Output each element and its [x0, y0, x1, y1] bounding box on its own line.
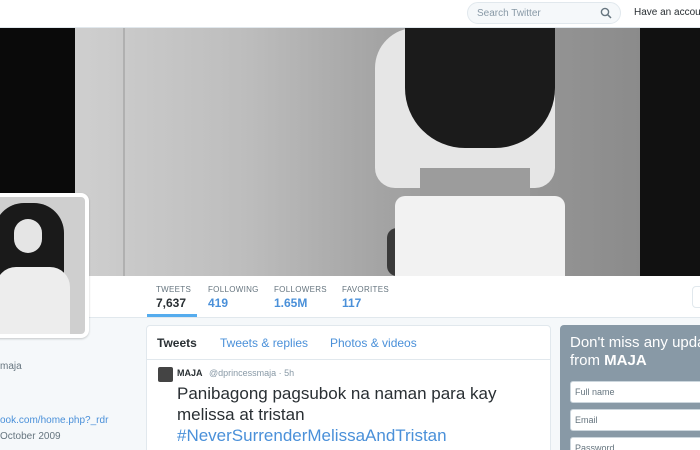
photo-midriff — [420, 168, 530, 198]
stat-value: 419 — [208, 296, 229, 310]
tab-tweets[interactable]: Tweets — [157, 336, 197, 350]
profile-handle: maja — [0, 361, 22, 372]
top-bar: Have an account? — [0, 0, 700, 28]
avatar[interactable] — [0, 193, 89, 338]
search-icon[interactable] — [600, 7, 612, 19]
password-field[interactable] — [570, 437, 700, 450]
tweet-body: Panibagong pagsubok na naman para kay me… — [177, 384, 497, 424]
profile-website-link[interactable]: ook.com/home.php?_rdr — [0, 415, 108, 426]
header-edge — [640, 28, 700, 276]
full-name-field[interactable] — [570, 381, 700, 403]
timeline: Tweets Tweets & replies Photos & videos … — [146, 325, 551, 450]
stat-favorites[interactable]: FAVORITES 117 — [342, 285, 389, 310]
stat-value: 117 — [342, 296, 362, 310]
active-stat-underline — [147, 314, 197, 317]
stat-tweets[interactable]: TWEETS 7,637 — [156, 285, 191, 310]
tweet[interactable]: MAJA @dprincessmaja · 5h Panibagong pags… — [147, 361, 550, 450]
have-account-link[interactable]: Have an account? — [634, 7, 700, 18]
stat-value: 1.65M — [274, 296, 308, 310]
stat-label: FAVORITES — [342, 285, 390, 294]
header-image — [0, 28, 700, 276]
stat-value: 7,637 — [156, 296, 187, 310]
signup-module: Don't miss any updates from MAJA — [560, 325, 700, 450]
header-photo — [75, 28, 640, 276]
stat-label: FOLLOWERS — [274, 285, 327, 294]
follow-button[interactable] — [692, 286, 700, 308]
signup-title: Don't miss any updates from MAJA — [570, 334, 700, 370]
stat-label: TWEETS — [156, 285, 192, 294]
stat-followers[interactable]: FOLLOWERS 1.65M — [274, 285, 327, 310]
photo-figure-bottom — [395, 196, 565, 276]
stat-following[interactable]: FOLLOWING 419 — [208, 285, 259, 310]
tweet-hashtag[interactable]: #NeverSurrenderMelissaAndTristan — [177, 426, 447, 445]
photo-hair — [405, 28, 555, 148]
tab-tweets-replies[interactable]: Tweets & replies — [220, 336, 308, 350]
timeline-tabs: Tweets Tweets & replies Photos & videos — [147, 326, 550, 360]
tab-photos-videos[interactable]: Photos & videos — [330, 336, 417, 350]
tweet-avatar[interactable] — [158, 367, 173, 382]
tweet-author-name[interactable]: MAJA — [177, 368, 203, 378]
email-field[interactable] — [570, 409, 700, 431]
profile-nav: TWEETS 7,637 FOLLOWING 419 FOLLOWERS 1.6… — [0, 276, 700, 318]
search-input[interactable] — [477, 6, 597, 21]
stat-label: FOLLOWING — [208, 285, 259, 294]
tweet-author-handle[interactable]: @dprincessmaja · 5h — [209, 368, 294, 378]
search-box[interactable] — [467, 2, 621, 24]
tweet-text: Panibagong pagsubok na naman para kay me… — [177, 383, 542, 446]
profile-joined-date: October 2009 — [0, 431, 61, 442]
avatar-body — [0, 267, 70, 334]
signup-title-name: MAJA — [604, 352, 647, 369]
avatar-face — [14, 219, 42, 253]
wall-seam — [123, 28, 125, 276]
